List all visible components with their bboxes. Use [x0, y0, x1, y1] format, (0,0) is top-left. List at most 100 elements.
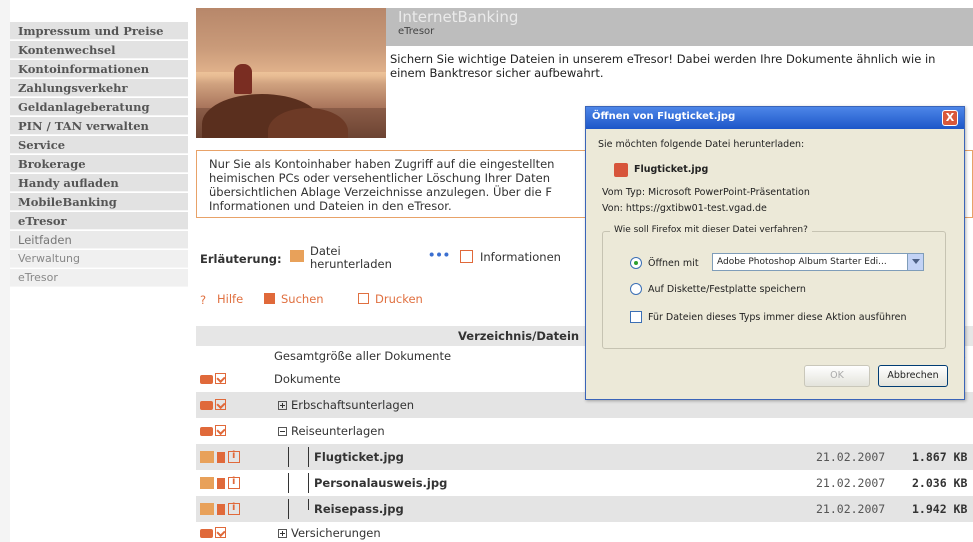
dialog-file-type: Vom Typ: Microsoft PowerPoint-Präsentati… [602, 187, 810, 198]
legend-info: Informationen [480, 250, 561, 264]
dialog-file-name: Flugticket.jpg [634, 164, 709, 175]
tree-line [288, 447, 289, 467]
collapse-icon[interactable] [278, 427, 287, 436]
sidebar-item-pin-tan[interactable]: PIN / TAN verwalten [10, 117, 188, 135]
table-row[interactable]: Reiseunterlagen [196, 418, 973, 444]
chevron-down-icon[interactable] [907, 254, 923, 270]
sidebar-item-service[interactable]: Service [10, 136, 188, 154]
row-icons [200, 373, 232, 385]
table-row[interactable]: Versicherungen [196, 520, 973, 542]
help-link[interactable]: ? Hilfe [200, 292, 243, 307]
dialog-prompt: Sie möchten folgende Datei herunterladen… [598, 139, 805, 150]
sidebar-item-geldanlageberatung[interactable]: Geldanlageberatung [10, 98, 188, 116]
row-label: Versicherungen [291, 526, 381, 540]
sidebar-strip [0, 0, 10, 542]
sidebar-item-kontoinformationen[interactable]: Kontoinformationen [10, 60, 188, 78]
sidebar-item-etresor-sub[interactable]: eTresor [10, 269, 188, 287]
folder-icon[interactable] [200, 529, 213, 538]
banner-person [234, 64, 252, 94]
file-icon [614, 163, 628, 177]
column-header-directory: Verzeichnis/Datein [458, 329, 580, 343]
sidebar-item-impressum[interactable]: Impressum und Preise [10, 22, 188, 40]
row-name[interactable]: Dokumente [274, 372, 341, 386]
search-label: Suchen [281, 292, 324, 306]
tree-line [308, 499, 309, 510]
download-icon[interactable] [200, 503, 214, 515]
row-icons [200, 399, 232, 411]
row-label: Erbschaftsunterlagen [291, 398, 415, 412]
sidebar-item-leitfaden[interactable]: Leitfaden [10, 231, 188, 249]
row-name[interactable]: Flugticket.jpg [314, 450, 404, 464]
open-with-radio[interactable] [630, 257, 642, 269]
folder-icon[interactable] [200, 401, 213, 410]
search-link[interactable]: Suchen [264, 292, 324, 306]
app-title: InternetBanking [398, 8, 519, 26]
download-icon[interactable] [200, 451, 214, 463]
table-row[interactable]: Flugticket.jpg 21.02.2007 1.867 KB [196, 444, 973, 470]
download-icon[interactable] [200, 477, 214, 489]
row-name[interactable]: Erbschaftsunterlagen [278, 398, 414, 412]
table-row[interactable]: Reisepass.jpg 21.02.2007 1.942 KB [196, 496, 973, 522]
sidebar-item-kontenwechsel[interactable]: Kontenwechsel [10, 41, 188, 59]
row-size: 1.867 KB [912, 450, 968, 464]
save-to-disk-label[interactable]: Auf Diskette/Festplatte speichern [648, 284, 806, 295]
info-icon[interactable] [228, 450, 240, 463]
row-icons [200, 450, 243, 463]
folder-icon[interactable] [200, 375, 213, 384]
close-button[interactable]: X [942, 110, 958, 126]
sidebar-item-etresor[interactable]: eTresor [10, 212, 188, 230]
always-do-label[interactable]: Für Dateien dieses Typs immer diese Akti… [648, 312, 907, 323]
delete-icon[interactable] [217, 452, 225, 463]
print-label: Drucken [375, 292, 423, 306]
row-size: 1.942 KB [912, 502, 968, 516]
save-to-disk-radio[interactable] [630, 283, 642, 295]
open-with-label[interactable]: Öffnen mit [648, 258, 699, 269]
tree-line [308, 447, 309, 467]
print-icon [358, 293, 369, 304]
delete-icon[interactable] [217, 504, 225, 515]
legend-label: Erläuterung: [200, 252, 282, 266]
sidebar-item-zahlungsverkehr[interactable]: Zahlungsverkehr [10, 79, 188, 97]
intro-text: Sichern Sie wichtige Dateien in unserem … [390, 52, 936, 80]
dialog-file-source: Von: https://gxtibw01-test.vgad.de [602, 203, 767, 214]
dialog-titlebar[interactable]: Öffnen von Flugticket.jpg X [586, 107, 964, 129]
sidebar-item-mobilebanking[interactable]: MobileBanking [10, 193, 188, 211]
row-date: 21.02.2007 [816, 476, 886, 490]
ok-button[interactable]: OK [804, 365, 870, 387]
download-dialog: Öffnen von Flugticket.jpg X Sie möchten … [585, 106, 965, 400]
expand-icon[interactable] [278, 529, 287, 538]
download-icon[interactable] [215, 373, 226, 384]
legend-download-line2: herunterladen [310, 257, 392, 271]
table-row[interactable]: Personalausweis.jpg 21.02.2007 2.036 KB [196, 470, 973, 496]
row-name[interactable]: Reiseunterlagen [278, 424, 385, 438]
folder-icon[interactable] [200, 427, 213, 436]
row-name[interactable]: Versicherungen [278, 526, 381, 540]
row-icons [200, 527, 232, 539]
sidebar: Impressum und Preise Kontenwechsel Konto… [0, 0, 192, 542]
legend-dots: ••• [428, 248, 451, 262]
application-select[interactable]: Adobe Photoshop Album Starter Edi... [712, 253, 924, 271]
row-date: 21.02.2007 [816, 450, 886, 464]
expand-icon[interactable] [278, 401, 287, 410]
row-icons [200, 476, 243, 489]
row-name[interactable]: Reisepass.jpg [314, 502, 404, 516]
sidebar-item-brokerage[interactable]: Brokerage [10, 155, 188, 173]
download-icon[interactable] [215, 527, 226, 538]
sidebar-item-handy-aufladen[interactable]: Handy aufladen [10, 174, 188, 192]
download-icon[interactable] [215, 425, 226, 436]
always-do-checkbox[interactable] [630, 311, 642, 323]
print-link[interactable]: Drucken [358, 292, 423, 306]
header-bar: InternetBanking eTresor [386, 8, 973, 46]
row-size: 2.036 KB [912, 476, 968, 490]
row-label: Reiseunterlagen [291, 424, 385, 438]
info-icon[interactable] [228, 476, 240, 489]
delete-icon[interactable] [217, 478, 225, 489]
sidebar-item-verwaltung[interactable]: Verwaltung [10, 250, 188, 268]
info-icon[interactable] [228, 502, 240, 515]
cancel-button[interactable]: Abbrechen [878, 365, 948, 387]
search-icon [264, 293, 275, 304]
tree-line [308, 473, 309, 493]
download-icon[interactable] [215, 399, 226, 410]
question-icon: ? [200, 293, 207, 307]
row-name[interactable]: Personalausweis.jpg [314, 476, 447, 490]
